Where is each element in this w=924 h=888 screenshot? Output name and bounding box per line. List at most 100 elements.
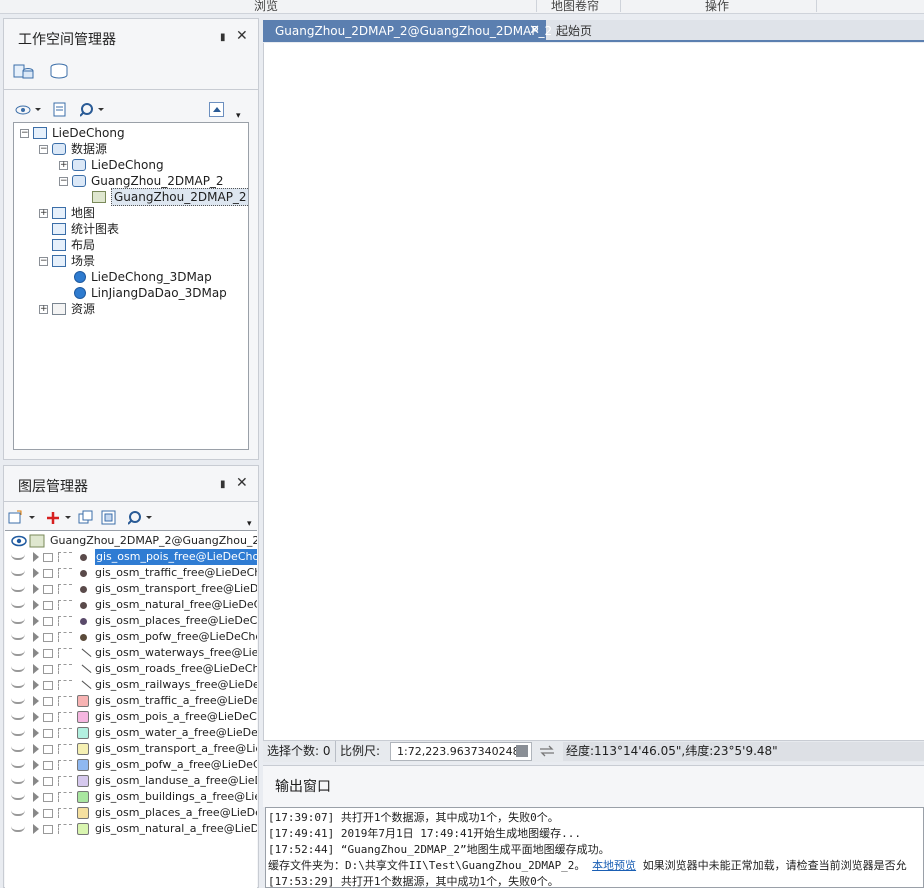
expander-icon[interactable]: − xyxy=(20,128,29,138)
editable-lock-icon[interactable] xyxy=(43,761,53,770)
snap-icon[interactable] xyxy=(58,600,72,610)
database-icon[interactable] xyxy=(48,62,70,80)
pin-icon[interactable]: ▮ xyxy=(220,32,226,43)
tree-node-maps[interactable]: + 地图 xyxy=(39,205,95,221)
swap-arrows-icon[interactable] xyxy=(539,745,555,757)
add-layer-icon[interactable] xyxy=(46,510,76,526)
editable-lock-icon[interactable] xyxy=(43,809,53,818)
selectable-arrow-icon[interactable] xyxy=(33,760,39,770)
close-icon[interactable]: ✕ xyxy=(236,475,248,491)
ribbon-tab-swipe[interactable]: 地图卷帘 xyxy=(551,0,599,14)
ribbon-tab-operation[interactable]: 操作 xyxy=(705,0,729,14)
map-canvas[interactable] xyxy=(263,43,924,740)
layer-row[interactable]: gis_osm_railways_free@LieDe xyxy=(5,677,257,698)
layer-row[interactable]: gis_osm_water_a_free@LieDe xyxy=(5,725,257,741)
snap-icon[interactable] xyxy=(58,680,72,690)
close-icon[interactable]: ✕ xyxy=(236,28,248,44)
expander-icon[interactable]: − xyxy=(39,256,48,266)
selectable-arrow-icon[interactable] xyxy=(33,824,39,834)
editable-lock-icon[interactable] xyxy=(43,585,53,594)
eye-hidden-icon[interactable] xyxy=(11,618,25,624)
selectable-arrow-icon[interactable] xyxy=(33,616,39,626)
selectable-arrow-icon[interactable] xyxy=(33,600,39,610)
layer-row[interactable]: gis_osm_pofw_free@LieDeChc xyxy=(5,629,257,645)
layer-row[interactable]: gis_osm_landuse_a_free@LieD xyxy=(5,773,257,789)
scale-input[interactable]: 1:72,223.9637340248 xyxy=(390,742,532,761)
editable-lock-icon[interactable] xyxy=(43,569,53,578)
selectable-arrow-icon[interactable] xyxy=(33,744,39,754)
new-layer-group-icon[interactable] xyxy=(8,510,38,526)
editable-lock-icon[interactable] xyxy=(43,729,53,738)
pin-icon[interactable]: ▮ xyxy=(220,479,226,490)
tab-start-page[interactable]: 起始页 xyxy=(556,20,592,42)
tree-node-datasources[interactable]: − 数据源 xyxy=(39,141,107,157)
eye-hidden-icon[interactable] xyxy=(11,746,25,752)
selectable-arrow-icon[interactable] xyxy=(33,808,39,818)
editable-lock-icon[interactable] xyxy=(43,793,53,802)
editable-lock-icon[interactable] xyxy=(43,601,53,610)
eye-hidden-icon[interactable] xyxy=(11,810,25,816)
eye-hidden-icon[interactable] xyxy=(11,730,25,736)
editable-lock-icon[interactable] xyxy=(43,553,53,562)
layer-row[interactable]: gis_osm_pois_a_free@LieDeC xyxy=(5,709,257,725)
selectable-arrow-icon[interactable] xyxy=(33,648,39,658)
editable-lock-icon[interactable] xyxy=(43,649,53,658)
editable-lock-icon[interactable] xyxy=(43,617,53,626)
layer-row[interactable]: gis_osm_traffic_free@LieDeCh xyxy=(5,565,257,581)
editable-lock-icon[interactable] xyxy=(43,713,53,722)
layer-row[interactable]: gis_osm_natural_a_free@LieDe xyxy=(5,821,257,837)
layer-row[interactable]: gis_osm_transport_free@LieD xyxy=(5,581,257,597)
search-icon[interactable] xyxy=(128,510,158,526)
expander-icon[interactable]: − xyxy=(39,144,48,154)
selectable-arrow-icon[interactable] xyxy=(33,584,39,594)
selectable-arrow-icon[interactable] xyxy=(33,680,39,690)
snap-icon[interactable] xyxy=(58,712,72,722)
search-icon[interactable] xyxy=(80,102,108,118)
eye-hidden-icon[interactable] xyxy=(11,650,25,656)
eye-hidden-icon[interactable] xyxy=(11,570,25,576)
snap-icon[interactable] xyxy=(58,760,72,770)
overflow-chevron-icon[interactable]: ▾ xyxy=(236,111,241,121)
ribbon-tab-browse[interactable]: 浏览 xyxy=(254,0,278,14)
snap-icon[interactable] xyxy=(58,744,72,754)
eye-hidden-icon[interactable] xyxy=(11,826,25,832)
snap-icon[interactable] xyxy=(58,552,72,562)
properties-icon[interactable] xyxy=(52,102,68,118)
editable-lock-icon[interactable] xyxy=(43,697,53,706)
tree-node-scene-linjiang[interactable]: LinJiangDaDao_3DMap xyxy=(74,285,227,301)
layer-row[interactable]: gis_osm_places_free@LieDeCh xyxy=(5,613,257,629)
eye-hidden-icon[interactable] xyxy=(11,586,25,592)
selectable-arrow-icon[interactable] xyxy=(33,568,39,578)
snap-icon[interactable] xyxy=(58,808,72,818)
selectable-arrow-icon[interactable] xyxy=(33,776,39,786)
tree-node-layouts[interactable]: 布局 xyxy=(52,237,95,253)
snap-icon[interactable] xyxy=(58,648,72,658)
tree-node-datasource-liedechong[interactable]: + LieDeChong xyxy=(59,157,164,173)
view-options-icon[interactable] xyxy=(15,102,43,118)
expander-icon[interactable]: − xyxy=(59,176,68,186)
selectable-arrow-icon[interactable] xyxy=(33,632,39,642)
close-tab-icon[interactable]: ✕ xyxy=(529,20,540,42)
tree-node-workspace[interactable]: − LieDeChong xyxy=(20,125,125,141)
eye-hidden-icon[interactable] xyxy=(11,714,25,720)
selectable-arrow-icon[interactable] xyxy=(33,792,39,802)
expander-icon[interactable]: + xyxy=(59,160,68,170)
eye-hidden-icon[interactable] xyxy=(11,666,25,672)
selectable-arrow-icon[interactable] xyxy=(33,696,39,706)
snap-icon[interactable] xyxy=(58,776,72,786)
eye-visible-icon[interactable] xyxy=(11,534,47,548)
workspace-tree-icon[interactable] xyxy=(13,63,35,81)
snap-icon[interactable] xyxy=(58,696,72,706)
layer-row[interactable]: gis_osm_natural_free@LieDeC xyxy=(5,597,257,613)
overflow-chevron-icon[interactable]: ▾ xyxy=(247,519,252,529)
collapse-up-icon[interactable] xyxy=(209,102,225,118)
layer-properties-icon[interactable] xyxy=(101,510,117,526)
eye-hidden-icon[interactable] xyxy=(11,778,25,784)
snap-icon[interactable] xyxy=(58,728,72,738)
tree-node-scenes[interactable]: − 场景 xyxy=(39,253,95,269)
editable-lock-icon[interactable] xyxy=(43,665,53,674)
scale-dropdown-icon[interactable] xyxy=(516,745,528,757)
editable-lock-icon[interactable] xyxy=(43,777,53,786)
eye-hidden-icon[interactable] xyxy=(11,762,25,768)
layer-row[interactable]: gis_osm_buildings_a_free@Lie xyxy=(5,789,257,805)
